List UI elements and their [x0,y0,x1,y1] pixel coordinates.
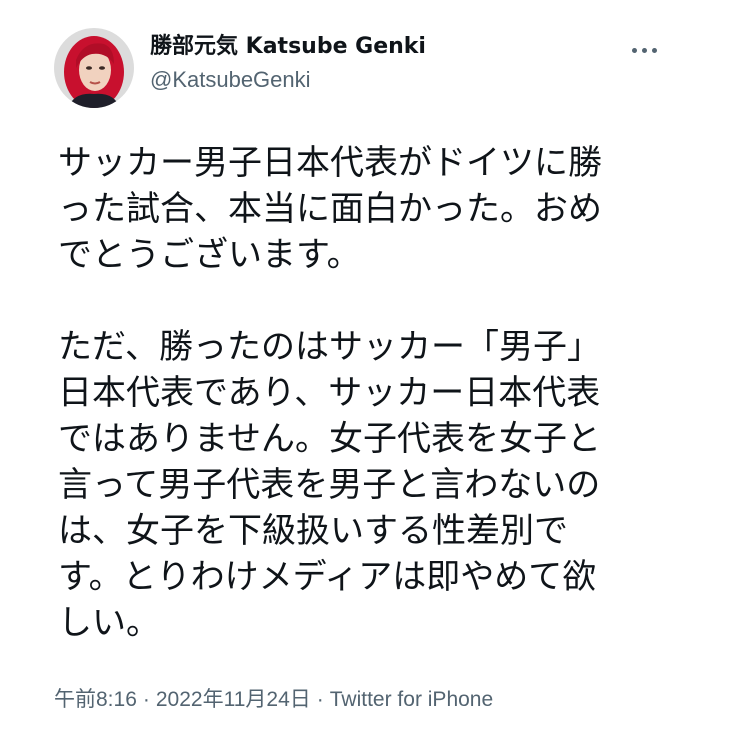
tweet-source-link[interactable]: Twitter for iPhone [330,688,493,711]
meta-separator: · [142,688,150,711]
avatar-image [54,28,134,108]
tweet-card: 勝部元気 Katsube Genki @KatsubeGenki サッカー男子日… [0,0,750,737]
tweet-paragraph: ただ、勝ったのはサッカー「男子」 日本代表であり、サッカー日本代表 ではありませ… [58,327,601,643]
tweet-date[interactable]: 2022年11月24日 [156,688,311,711]
more-horizontal-icon-dot [641,47,647,53]
tweet-metadata: 午前8:16 · 2022年11月24日 · Twitter for iPhone [54,686,493,714]
avatar[interactable] [54,28,134,108]
author-handle[interactable]: @KatsubeGenki [150,66,426,94]
more-options-button[interactable] [622,38,666,62]
tweet-text: サッカー男子日本代表がドイツに勝 った試合、本当に面白かった。おめ でとうござい… [58,140,698,646]
tweet-paragraph: サッカー男子日本代表がドイツに勝 った試合、本当に面白かった。おめ でとうござい… [58,143,602,275]
author-info: 勝部元気 Katsube Genki @KatsubeGenki [150,32,426,94]
more-horizontal-icon [631,47,637,53]
meta-separator: · [316,688,324,711]
tweet-time[interactable]: 午前8:16 [54,688,137,711]
author-display-name[interactable]: 勝部元気 Katsube Genki [150,32,426,62]
more-horizontal-icon-dot [651,47,657,53]
